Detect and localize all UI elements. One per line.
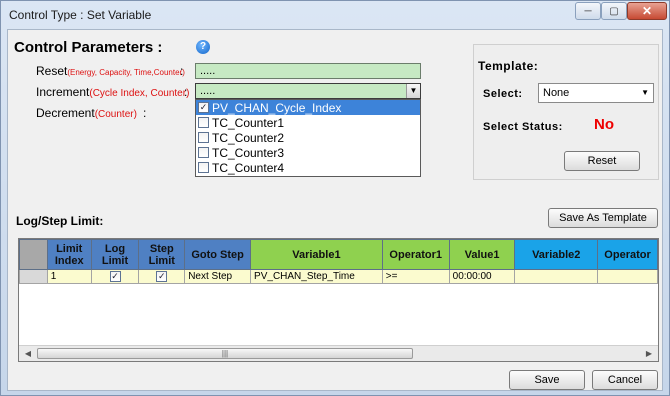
template-reset-button[interactable]: Reset: [564, 151, 640, 171]
scroll-thumb[interactable]: |||: [37, 348, 413, 359]
horizontal-scrollbar[interactable]: ◀ ||| ▶: [19, 345, 658, 361]
column-header-corner: [19, 239, 48, 270]
template-select[interactable]: None ▼: [538, 83, 654, 103]
save-button[interactable]: Save: [509, 370, 585, 390]
increment-label-text: Increment: [36, 85, 90, 99]
chevron-down-icon[interactable]: ▼: [406, 84, 420, 98]
increment-label: Increment(Cycle Index, Counter): [36, 85, 189, 99]
chevron-down-icon[interactable]: ▼: [641, 84, 649, 102]
dialog-window: Control Type : Set Variable ─ ▢ ✕ Contro…: [0, 0, 670, 396]
decrement-label-sub: (Counter): [94, 109, 137, 120]
increment-label-sub: (Cycle Index, Counter): [89, 88, 190, 99]
checkbox[interactable]: [198, 132, 209, 143]
dropdown-item-label: TC_Counter3: [212, 145, 285, 160]
column-header-value1[interactable]: Value1: [448, 239, 516, 270]
reset-colon: :: [180, 64, 184, 78]
template-select-value: None: [543, 87, 570, 99]
column-header-variable1[interactable]: Variable1: [250, 239, 383, 270]
template-title: Template:: [478, 59, 539, 73]
log-limit-cell[interactable]: ✓: [90, 269, 140, 284]
dropdown-item-label: TC_Counter2: [212, 130, 285, 145]
goto-step-cell[interactable]: Next Step: [184, 269, 252, 284]
value1-cell[interactable]: 00:00:00: [448, 269, 516, 284]
dropdown-item[interactable]: TC_Counter3: [196, 145, 420, 160]
table-header-row: Limit Index Log Limit Step Limit Goto St…: [19, 239, 658, 270]
minimize-button[interactable]: ─: [575, 2, 601, 20]
operator2-cell[interactable]: [597, 269, 658, 284]
dialog-client-area: Control Parameters : ? Reset(Energy, Cap…: [7, 29, 663, 391]
variable1-cell[interactable]: PV_CHAN_Step_Time: [250, 269, 383, 284]
reset-label: Reset(Energy, Capacity, Time,Counter): [36, 64, 185, 78]
limit-index-cell[interactable]: 1: [46, 269, 92, 284]
step-limit-cell[interactable]: ✓: [138, 269, 186, 284]
maximize-button[interactable]: ▢: [601, 2, 627, 20]
reset-label-sub: (Energy, Capacity, Time,Counter): [67, 68, 185, 77]
log-step-limit-title: Log/Step Limit:: [16, 214, 104, 228]
increment-combo-value: .....: [200, 85, 216, 97]
increment-combo[interactable]: ..... ▼: [195, 83, 421, 99]
control-parameters-heading: Control Parameters :: [14, 39, 163, 56]
limit-table: Limit Index Log Limit Step Limit Goto St…: [19, 239, 658, 284]
window-title: Control Type : Set Variable: [9, 8, 152, 22]
decrement-colon: :: [143, 106, 147, 120]
save-as-template-button[interactable]: Save As Template: [548, 208, 658, 228]
dropdown-item-label: TC_Counter4: [212, 160, 285, 175]
column-header-log-limit[interactable]: Log Limit: [90, 239, 140, 270]
title-bar: Control Type : Set Variable ─ ▢ ✕: [1, 1, 669, 27]
column-header-step-limit[interactable]: Step Limit: [138, 239, 186, 270]
checkbox[interactable]: [198, 117, 209, 128]
log-limit-checkbox[interactable]: ✓: [109, 271, 121, 282]
scroll-right-arrow-icon[interactable]: ▶: [642, 347, 656, 360]
template-panel: Template: Select: None ▼ Select Status: …: [473, 44, 659, 180]
column-header-operator1[interactable]: Operator1: [381, 239, 450, 270]
dropdown-item-label: PV_CHAN_Cycle_Index: [212, 100, 342, 115]
variable2-cell[interactable]: [514, 269, 599, 284]
dropdown-item[interactable]: TC_Counter4: [196, 160, 420, 175]
reset-field[interactable]: .....: [195, 63, 421, 79]
dropdown-item[interactable]: TC_Counter2: [196, 130, 420, 145]
help-icon[interactable]: ?: [196, 40, 210, 54]
checkbox-checked[interactable]: ✓: [198, 102, 209, 113]
scroll-left-arrow-icon[interactable]: ◀: [21, 347, 35, 360]
row-header-cell[interactable]: [19, 269, 48, 284]
cancel-button[interactable]: Cancel: [592, 370, 658, 390]
close-button[interactable]: ✕: [627, 2, 667, 20]
decrement-label: Decrement(Counter): [36, 106, 137, 120]
column-header-goto-step[interactable]: Goto Step: [184, 239, 252, 270]
template-status-label: Select Status:: [483, 121, 563, 133]
reset-label-text: Reset: [36, 64, 68, 78]
column-header-limit-index[interactable]: Limit Index: [46, 239, 92, 270]
table-row[interactable]: 1 ✓ ✓ Next Step PV_CHAN_Step_Time >= 00:…: [19, 269, 658, 284]
decrement-label-text: Decrement: [36, 106, 95, 120]
limit-grid: Limit Index Log Limit Step Limit Goto St…: [18, 238, 659, 362]
increment-dropdown-list: ✓ PV_CHAN_Cycle_Index TC_Counter1 TC_Coun…: [195, 99, 421, 177]
column-header-operator2[interactable]: Operator: [597, 239, 658, 270]
operator1-cell[interactable]: >=: [381, 269, 450, 284]
column-header-variable2[interactable]: Variable2: [514, 239, 599, 270]
dropdown-item-label: TC_Counter1: [212, 115, 285, 130]
checkbox[interactable]: [198, 162, 209, 173]
template-select-label: Select:: [483, 88, 523, 100]
dropdown-item[interactable]: ✓ PV_CHAN_Cycle_Index: [196, 100, 420, 115]
template-status-value: No: [594, 116, 614, 133]
increment-colon: :: [184, 85, 188, 99]
dropdown-item[interactable]: TC_Counter1: [196, 115, 420, 130]
step-limit-checkbox[interactable]: ✓: [156, 271, 168, 282]
checkbox[interactable]: [198, 147, 209, 158]
